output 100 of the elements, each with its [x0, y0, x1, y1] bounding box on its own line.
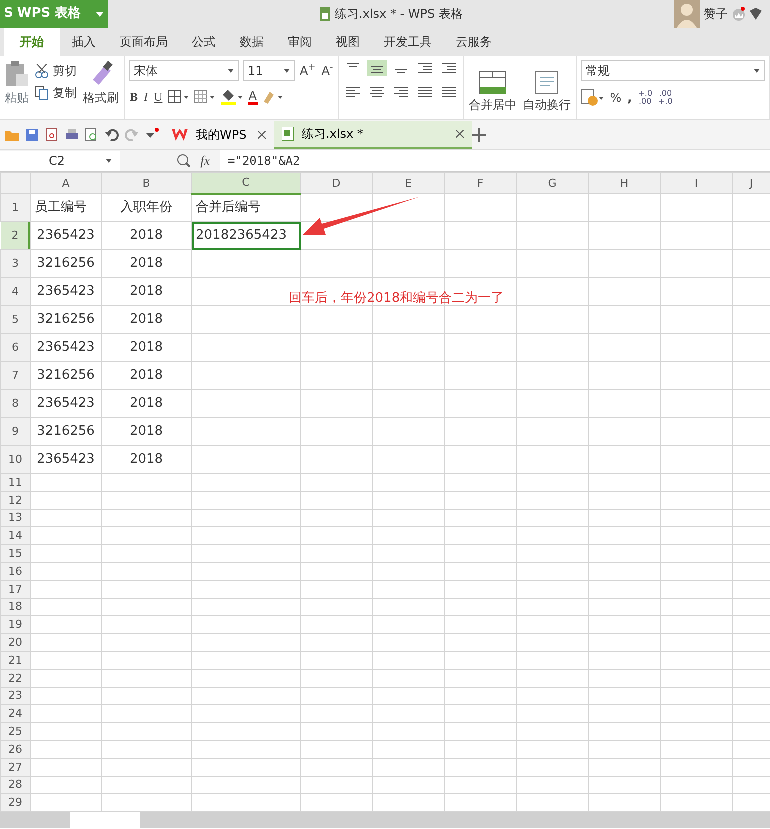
cell-style-icon[interactable] [194, 90, 216, 104]
row-header[interactable]: 10 [0, 446, 30, 474]
borders-icon[interactable] [168, 90, 190, 104]
close-icon[interactable] [456, 130, 464, 138]
row-header[interactable]: 22 [0, 669, 30, 688]
row-header[interactable]: 19 [0, 616, 30, 634]
insert-function-button[interactable]: fx [198, 154, 212, 167]
table-cell: 2365423 [30, 446, 102, 474]
row-header[interactable]: 7 [0, 362, 30, 390]
column-header[interactable]: F [444, 172, 516, 194]
shrink-font-button[interactable]: A$^{-}$ [320, 64, 334, 76]
save-icon[interactable] [24, 126, 40, 142]
document-tab[interactable]: 练习.xlsx * [274, 120, 472, 148]
format-painter-button[interactable]: 格式刷 [82, 92, 120, 104]
column-header[interactable]: H [588, 172, 660, 194]
table-cell: 员工编号 [30, 194, 102, 222]
row-header[interactable]: 27 [0, 758, 30, 776]
menu-tab[interactable]: 公式 [180, 28, 228, 56]
row-header[interactable]: 5 [0, 306, 30, 334]
row-header[interactable]: 29 [0, 794, 30, 812]
paste-button[interactable]: 粘贴 [4, 92, 30, 104]
menu-tab[interactable]: 开始 [4, 28, 60, 56]
name-box[interactable]: C2 [0, 150, 120, 170]
table-cell: 2018 [102, 250, 192, 278]
clear-format-icon[interactable] [262, 90, 284, 104]
wrap-text-icon [535, 71, 560, 95]
column-header[interactable]: D [300, 172, 372, 194]
row-header[interactable]: 11 [0, 474, 30, 492]
row-header[interactable]: 23 [0, 687, 30, 705]
row-header[interactable]: 12 [0, 491, 30, 510]
number-format-field[interactable]: 常规 [581, 60, 765, 81]
crown-icon [732, 7, 746, 21]
copy-icon [35, 86, 49, 100]
column-header[interactable]: I [660, 172, 732, 194]
row-header[interactable]: 6 [0, 334, 30, 362]
document-tab[interactable]: 我的WPS [164, 120, 274, 148]
undo-icon[interactable] [104, 126, 120, 142]
font-name-field[interactable]: 宋体 [129, 60, 239, 81]
column-header[interactable]: E [372, 172, 444, 194]
row-header[interactable]: 18 [0, 598, 30, 616]
font-style-button[interactable]: U [153, 91, 164, 103]
zoom-icon[interactable] [176, 154, 191, 168]
row-header[interactable]: 13 [0, 509, 30, 527]
row-header[interactable]: 24 [0, 704, 30, 723]
grow-font-button[interactable]: A$^{+}$ [299, 64, 317, 76]
column-header[interactable]: A [30, 172, 102, 194]
menu-tab[interactable]: 开发工具 [372, 28, 444, 56]
row-header[interactable]: 4 [0, 278, 30, 306]
row-header[interactable]: 2 [0, 222, 30, 250]
shield-icon[interactable] [750, 8, 762, 20]
comma-button[interactable]: , [626, 92, 634, 104]
window-title: 练习.xlsx * - WPS 表格 [335, 6, 463, 23]
close-icon[interactable] [258, 130, 266, 138]
add-decimal-button[interactable]: +.0 .00 [637, 90, 654, 106]
row-header[interactable]: 28 [0, 776, 30, 794]
menu-tab[interactable]: 插入 [60, 28, 108, 56]
currency-icon[interactable] [581, 89, 606, 107]
menu-tab[interactable]: 云服务 [444, 28, 504, 56]
row-header[interactable]: 14 [0, 526, 30, 545]
menu-tab[interactable]: 审阅 [276, 28, 324, 56]
menu-tab[interactable]: 页面布局 [108, 28, 180, 56]
row-header[interactable]: 9 [0, 418, 30, 446]
cut-button[interactable]: 剪切 [34, 64, 78, 78]
wrap-text-button[interactable]: 自动换行 [522, 71, 572, 111]
new-tab-icon[interactable] [472, 128, 486, 142]
row-header[interactable]: 26 [0, 740, 30, 758]
spreadsheet-icon [282, 126, 294, 140]
row-header[interactable]: 8 [0, 390, 30, 418]
row-header[interactable]: 1 [0, 194, 30, 222]
table-cell: 2018 [102, 446, 192, 474]
percent-button[interactable]: % [609, 92, 623, 104]
row-header[interactable]: 3 [0, 250, 30, 278]
row-header[interactable]: 15 [0, 544, 30, 562]
font-size-field[interactable]: 11 [243, 60, 295, 81]
remove-decimal-button[interactable]: .00 +.0 [658, 90, 674, 106]
menu-tab[interactable]: 视图 [324, 28, 372, 56]
table-cell: 2018 [102, 390, 192, 418]
user-name[interactable]: 赞子 [704, 5, 728, 23]
row-header[interactable]: 21 [0, 651, 30, 670]
column-header[interactable]: B [102, 172, 192, 194]
row-header[interactable]: 17 [0, 580, 30, 598]
fill-color-icon[interactable] [220, 89, 244, 105]
row-header[interactable]: 20 [0, 634, 30, 652]
table-cell: 2365423 [30, 278, 102, 306]
row-header[interactable]: 25 [0, 722, 30, 740]
align-middle-icon[interactable] [367, 60, 388, 76]
column-header[interactable]: C [192, 172, 300, 194]
font-color-button[interactable]: A [248, 90, 258, 104]
table-cell: 3216256 [30, 306, 102, 334]
column-header[interactable]: G [516, 172, 588, 194]
export-pdf-icon[interactable] [44, 126, 60, 142]
menu-tab[interactable]: 数据 [228, 28, 276, 56]
copy-button[interactable]: 复制 [34, 86, 78, 100]
column-header[interactable]: J [732, 172, 770, 194]
font-style-button[interactable]: B [129, 91, 140, 103]
formula-field[interactable]: ="2018"&A2 [220, 150, 770, 171]
font-style-button[interactable]: I [143, 91, 150, 103]
merge-center-button[interactable]: 合并居中 [468, 71, 518, 111]
horizontal-scrollbar[interactable] [0, 812, 770, 828]
row-header[interactable]: 16 [0, 562, 30, 580]
